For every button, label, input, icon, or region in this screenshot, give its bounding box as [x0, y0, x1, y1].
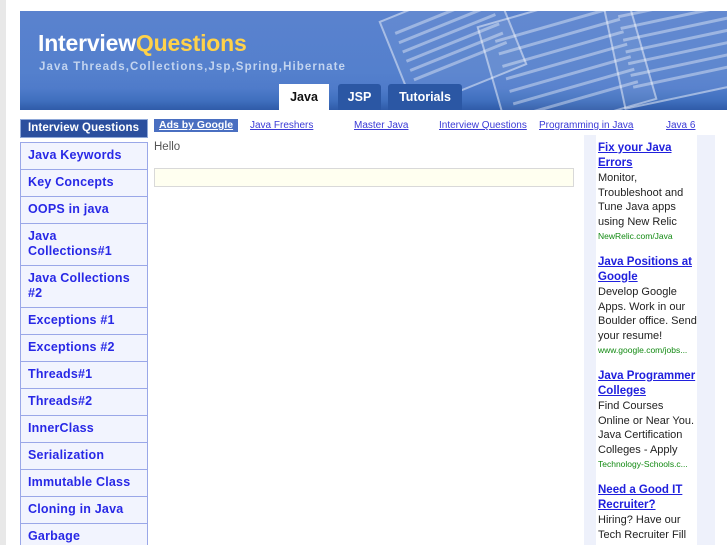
ad-title[interactable]: Need a Good IT Recruiter? [598, 483, 697, 512]
sidebar-item-java-keywords[interactable]: Java Keywords [21, 143, 147, 170]
sidebar-heading: Interview Questions [20, 119, 148, 138]
ad-description: Monitor, Troubleshoot and Tune Java apps… [598, 172, 684, 228]
ad-display-url: NewRelic.com/Java [598, 231, 673, 241]
ad-rail-box: Fix your Java Errors Monitor, Troublesho… [596, 135, 697, 545]
ad-unit-google-jobs: Java Positions at Google Develop Google … [596, 255, 697, 356]
ad-link-java-6[interactable]: Java 6 [666, 120, 695, 131]
sidebar-item-threads-1[interactable]: Threads#1 [21, 362, 147, 389]
ad-description: Hiring? Have our Tech Recruiter Fill [598, 514, 687, 541]
sidebar-item-oops-in-java[interactable]: OOPS in java [21, 197, 147, 224]
tab-jsp[interactable]: JSP [338, 84, 381, 110]
primary-tabs: Java JSP Tutorials [20, 84, 727, 110]
ad-display-url: Technology-Schools.c... [598, 459, 688, 469]
ad-link-interview-questions[interactable]: Interview Questions [439, 120, 527, 131]
sidebar-item-exceptions-1[interactable]: Exceptions #1 [21, 308, 147, 335]
ads-by-google-badge[interactable]: Ads by Google [154, 119, 239, 132]
sidebar-item-immutable-class[interactable]: Immutable Class [21, 470, 147, 497]
content-area: Interview Questions Java Keywords Key Co… [6, 110, 727, 545]
ad-link-programming-in-java[interactable]: Programming in Java [539, 120, 633, 131]
sidebar-item-java-collections-2[interactable]: Java Collections #2 [21, 266, 147, 308]
ad-description: Develop Google Apps. Work in our Boulder… [598, 286, 697, 342]
ad-title[interactable]: Fix your Java Errors [598, 141, 697, 170]
text-input-field[interactable] [154, 168, 574, 187]
ad-rail-edge [715, 135, 727, 545]
site-tagline: Java Threads,Collections,Jsp,Spring,Hibe… [39, 61, 347, 73]
sidebar: Interview Questions Java Keywords Key Co… [20, 119, 148, 545]
sidebar-item-cloning-in-java[interactable]: Cloning in Java [21, 497, 147, 524]
ad-unit-programmer-colleges: Java Programmer Colleges Find Courses On… [596, 369, 697, 470]
site-header: InterviewQuestions Java Threads,Collecti… [20, 11, 727, 110]
sidebar-item-innerclass[interactable]: InnerClass [21, 416, 147, 443]
page-container: InterviewQuestions Java Threads,Collecti… [6, 0, 727, 545]
sidebar-item-exceptions-2[interactable]: Exceptions #2 [21, 335, 147, 362]
ad-link-master-java[interactable]: Master Java [354, 120, 408, 131]
sidebar-item-serialization[interactable]: Serialization [21, 443, 147, 470]
ad-description: Find Courses Online or Near You. Java Ce… [598, 400, 695, 456]
hello-label: Hello [154, 141, 181, 153]
sidebar-item-java-collections-1[interactable]: Java Collections#1 [21, 224, 147, 266]
sidebar-list: Java Keywords Key Concepts OOPS in java … [20, 142, 148, 545]
main-panel: Hello [154, 140, 584, 187]
sidebar-item-threads-2[interactable]: Threads#2 [21, 389, 147, 416]
tab-tutorials[interactable]: Tutorials [388, 84, 462, 110]
ads-link-strip: Ads by Google Java Freshers Master Java … [154, 119, 712, 135]
ad-title[interactable]: Java Programmer Colleges [598, 369, 697, 398]
ad-title[interactable]: Java Positions at Google [598, 255, 697, 284]
tab-java[interactable]: Java [279, 84, 329, 110]
ad-link-java-freshers[interactable]: Java Freshers [250, 120, 313, 131]
site-title: InterviewQuestions [38, 30, 247, 57]
ad-unit-newrelic: Fix your Java Errors Monitor, Troublesho… [596, 141, 697, 242]
sidebar-item-garbage-collection[interactable]: Garbage Collection [21, 524, 147, 545]
ad-rail: Fix your Java Errors Monitor, Troublesho… [584, 135, 727, 545]
ad-unit-it-recruiter: Need a Good IT Recruiter? Hiring? Have o… [596, 483, 697, 542]
sidebar-item-key-concepts[interactable]: Key Concepts [21, 170, 147, 197]
site-title-accent: Questions [135, 30, 247, 56]
site-title-primary: Interview [38, 30, 136, 56]
ad-display-url: www.google.com/jobs... [598, 345, 688, 355]
